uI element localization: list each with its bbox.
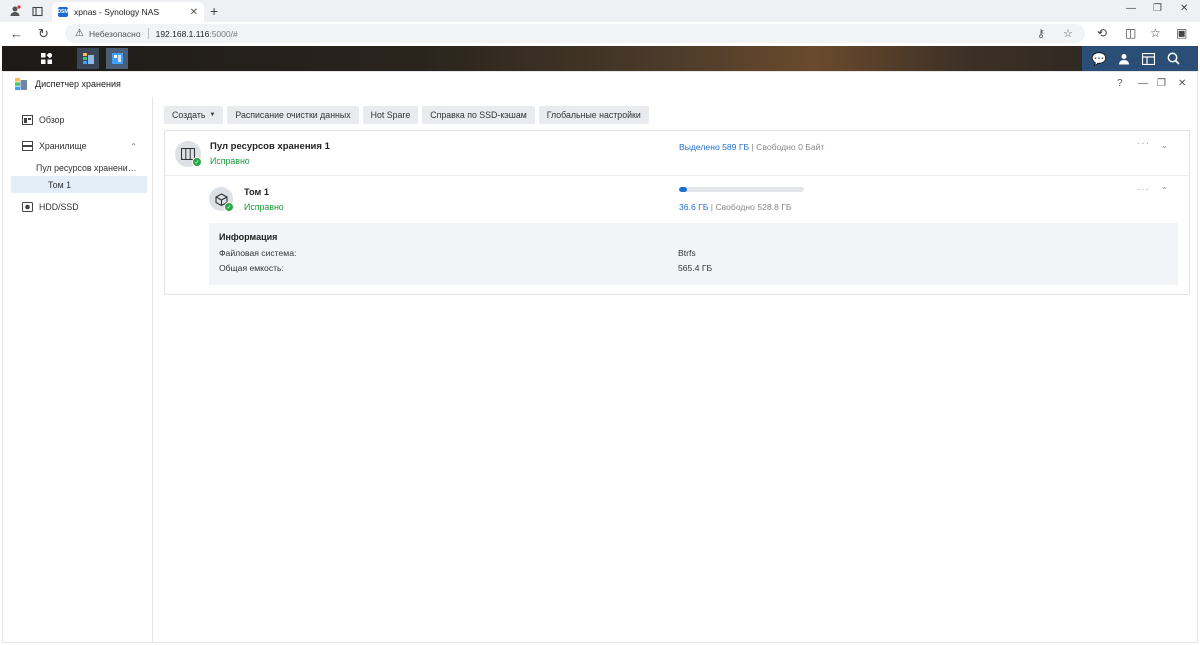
- volume-usage: 36.6 ГБ | Свободно 528.8 ГБ: [679, 202, 792, 212]
- chevron-up-icon[interactable]: ⌃: [130, 142, 137, 151]
- window-close-icon[interactable]: ✕: [1178, 78, 1186, 89]
- browser-tab[interactable]: DSM xpnas - Synology NAS ✕: [52, 2, 204, 22]
- new-tab-icon[interactable]: +: [210, 3, 218, 19]
- info-title: Информация: [219, 232, 278, 242]
- filesystem-value: Btrfs: [678, 248, 696, 258]
- window-titlebar[interactable]: Диспетчер хранения ? — ❐ ✕: [3, 72, 1197, 97]
- volume-free: Свободно 528.8 ГБ: [715, 202, 792, 212]
- key-icon[interactable]: ⚷: [1037, 27, 1045, 40]
- window-title: Диспетчер хранения: [35, 79, 121, 89]
- sidebar-label: Пул ресурсов хранени…: [36, 162, 137, 173]
- dsm-favicon-icon: DSM: [57, 7, 69, 17]
- reload-icon[interactable]: ↻: [38, 26, 49, 42]
- sidebar-label: Обзор: [39, 115, 65, 125]
- create-button[interactable]: Создать ▼: [164, 106, 224, 124]
- volume-name[interactable]: Том 1: [244, 187, 269, 197]
- restore-icon[interactable]: ❐: [1153, 3, 1162, 14]
- help-icon[interactable]: ?: [1117, 78, 1123, 89]
- sidebar-label: Хранилище: [39, 141, 87, 151]
- storage-pool-card: ✓ Пул ресурсов хранения 1 Исправно Выдел…: [164, 130, 1190, 295]
- url-path: :5000/#: [209, 28, 238, 39]
- chat-icon[interactable]: 💬: [1090, 50, 1108, 67]
- pool-allocation: Выделено 589 ГБ | Свободно 0 Байт: [679, 142, 824, 152]
- chevron-down-icon[interactable]: ⌄: [1161, 141, 1168, 150]
- control-panel-taskbar-icon[interactable]: [106, 48, 128, 69]
- sidebar-item-storage[interactable]: Хранилище ⌃: [11, 137, 147, 155]
- split-screen-icon[interactable]: ◫: [1125, 26, 1136, 40]
- favorite-star-icon[interactable]: ☆: [1063, 27, 1073, 40]
- caret-down-icon: ▼: [209, 112, 216, 118]
- hot-spare-button[interactable]: Hot Spare: [362, 106, 419, 124]
- main-menu-icon[interactable]: [34, 48, 58, 69]
- ssd-cache-advisor-button[interactable]: Справка по SSD-кэшам: [422, 106, 535, 124]
- storage-pool-icon: ✓: [175, 141, 202, 167]
- healthy-check-icon: ✓: [192, 157, 202, 167]
- hdd-icon: [21, 201, 33, 213]
- minimize-icon[interactable]: —: [1126, 3, 1136, 14]
- storage-manager-window: Диспетчер хранения ? — ❐ ✕ Обзор Хранили…: [2, 71, 1198, 643]
- healthy-check-icon: ✓: [224, 202, 234, 212]
- capacity-value: 565.4 ГБ: [678, 263, 713, 273]
- browser-tabbar: DSM xpnas - Synology NAS ✕ + — ❐ ✕: [0, 0, 1200, 22]
- sidebar-item-overview[interactable]: Обзор: [11, 111, 147, 129]
- dsm-tray: 💬: [1082, 46, 1198, 71]
- overview-icon: [21, 114, 33, 126]
- security-label[interactable]: Небезопасно: [89, 29, 141, 39]
- user-icon[interactable]: [1115, 50, 1133, 67]
- create-label: Создать: [172, 110, 206, 120]
- chevron-up-icon[interactable]: ⌃: [1161, 186, 1168, 195]
- volume-icon: ✓: [209, 187, 234, 212]
- sidebar-item-volume[interactable]: Том 1: [11, 176, 147, 193]
- volume-status: Исправно: [244, 202, 284, 212]
- volume-info-panel: Информация Файловая система: Btrfs Общая…: [209, 223, 1178, 285]
- dsm-taskbar: 💬: [2, 46, 1198, 71]
- card-divider: [165, 175, 1189, 176]
- favorites-icon[interactable]: ☆: [1150, 26, 1161, 40]
- address-row: ← ↻ ⚠ Небезопасно 192.168.1.116:5000/# ⚷…: [0, 22, 1200, 46]
- window-maximize-icon[interactable]: ❐: [1157, 78, 1166, 89]
- storage-icon: [21, 140, 33, 152]
- volume-more-icon[interactable]: ···: [1137, 184, 1150, 195]
- extensions-icon[interactable]: ⟲: [1097, 26, 1107, 40]
- sidebar-toggle-icon[interactable]: ▣: [1176, 26, 1187, 40]
- warning-icon[interactable]: ⚠: [75, 28, 84, 39]
- profile-icon[interactable]: [8, 4, 22, 18]
- pool-more-icon[interactable]: ···: [1137, 138, 1150, 149]
- pool-name[interactable]: Пул ресурсов хранения 1: [210, 141, 330, 152]
- pool-status: Исправно: [210, 156, 250, 166]
- tab-actions-icon[interactable]: [30, 4, 44, 18]
- pool-free: Свободно 0 Байт: [756, 142, 825, 152]
- filesystem-label: Файловая система:: [219, 248, 297, 258]
- volume-usage-bar: [679, 187, 804, 192]
- address-bar[interactable]: ⚠ Небезопасно 192.168.1.116:5000/# ⚷ ☆: [65, 24, 1085, 43]
- volume-used: 36.6 ГБ: [679, 202, 709, 212]
- tab-title: xpnas - Synology NAS: [74, 7, 160, 17]
- back-icon[interactable]: ←: [10, 26, 23, 41]
- search-icon[interactable]: [1164, 50, 1182, 67]
- url-host: 192.168.1.116: [155, 28, 210, 39]
- storage-manager-logo-icon: [14, 77, 28, 91]
- close-window-icon[interactable]: ✕: [1180, 3, 1188, 14]
- tab-close-icon[interactable]: ✕: [190, 7, 198, 18]
- sidebar: Обзор Хранилище ⌃ Пул ресурсов хранени… …: [3, 97, 153, 643]
- scrub-schedule-button[interactable]: Расписание очистки данных: [227, 106, 359, 124]
- sidebar-item-hdd[interactable]: HDD/SSD: [11, 198, 147, 216]
- sidebar-item-pool[interactable]: Пул ресурсов хранени…: [11, 159, 147, 176]
- capacity-label: Общая емкость:: [219, 263, 284, 273]
- sidebar-label: Том 1: [48, 179, 71, 190]
- toolbar: Создать ▼ Расписание очистки данных Hot …: [164, 106, 649, 124]
- widgets-icon[interactable]: [1139, 50, 1157, 67]
- address-separator: [147, 28, 149, 39]
- storage-manager-taskbar-icon[interactable]: [77, 48, 99, 69]
- sidebar-label: HDD/SSD: [39, 202, 79, 212]
- window-minimize-icon[interactable]: —: [1138, 78, 1148, 89]
- pool-allocated: Выделено 589 ГБ: [679, 142, 750, 152]
- volume-usage-fill: [679, 187, 688, 192]
- global-settings-button[interactable]: Глобальные настройки: [538, 106, 649, 124]
